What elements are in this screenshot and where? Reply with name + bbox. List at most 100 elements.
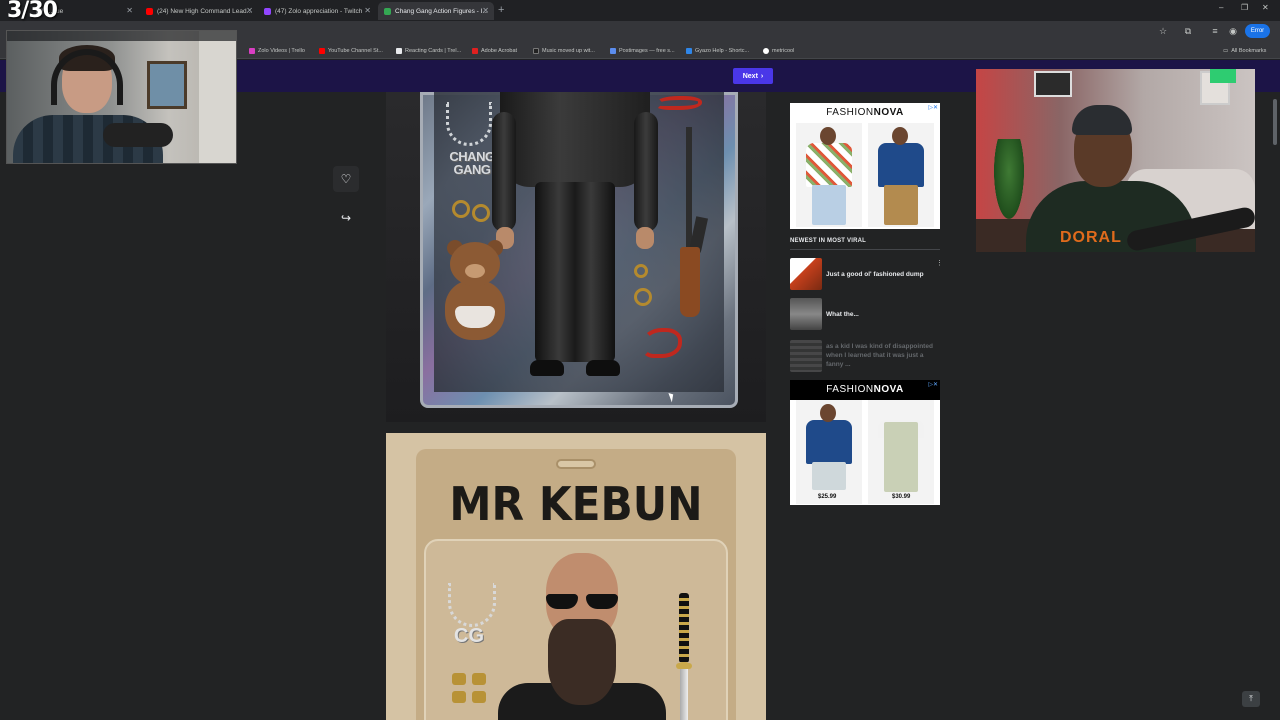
floral-shirt xyxy=(806,143,852,187)
ad-brand: FASHIONNOVA xyxy=(790,384,940,395)
bookmark-adobe-acrobat[interactable]: Adobe Acrobat xyxy=(472,46,517,56)
extensions-icon[interactable]: ⧉ xyxy=(1183,26,1193,36)
teddy-bear-accessory xyxy=(441,240,509,352)
profile-error-button[interactable]: Error xyxy=(1245,24,1270,38)
twitch-favicon-icon xyxy=(264,7,271,15)
viral-item[interactable]: Just a good ol' fashioned dump xyxy=(790,258,940,290)
freedom-shirt xyxy=(806,420,852,464)
article-image-chang-gang-figure: CHANG GANG xyxy=(386,92,766,422)
tab-twitch[interactable]: (47) Zolo appreciation - Twitch ✕ xyxy=(258,2,376,20)
katana-accessory xyxy=(676,593,692,720)
tab-close-icon[interactable]: ✕ xyxy=(364,6,371,15)
bookmark-label: Adobe Acrobat xyxy=(481,48,518,54)
page-icon xyxy=(396,48,402,54)
bookmark-label: Music moved up wit... xyxy=(542,48,595,54)
lens xyxy=(546,594,578,609)
all-bookmarks-folder[interactable]: ▭ All Bookmarks xyxy=(1223,46,1266,56)
cg-pendant-text: CG xyxy=(454,625,484,647)
back-to-top-button[interactable]: ⤒ xyxy=(1242,691,1260,707)
youtube-icon xyxy=(319,48,325,54)
bookmark-label: Reacting Cards | Trel... xyxy=(405,48,462,54)
media-icon[interactable]: ≡ xyxy=(1210,26,1220,36)
rifle-accessory xyxy=(674,127,714,317)
viral-thumbnail xyxy=(790,258,822,290)
gold-accessory xyxy=(472,673,486,685)
viral-item-title: as a kid I was kind of disappointed when… xyxy=(826,343,933,368)
viral-thumbnail xyxy=(790,298,822,330)
adchoices-icon[interactable]: ▷✕ xyxy=(928,104,938,111)
action-figure xyxy=(492,92,658,380)
ring-accessory xyxy=(452,200,470,218)
viral-item[interactable]: as a kid I was kind of disappointed when… xyxy=(790,340,940,372)
tab-close-icon[interactable]: ✕ xyxy=(482,6,489,15)
bookmark-metricool[interactable]: metricool xyxy=(763,46,794,56)
katana-handle xyxy=(679,593,689,663)
restore-icon[interactable]: ❐ xyxy=(1241,3,1248,12)
hang-tab xyxy=(556,459,596,469)
door xyxy=(199,31,236,163)
ad-model: $25.99 xyxy=(796,400,862,504)
ring-accessory xyxy=(472,204,490,222)
minimize-icon[interactable]: – xyxy=(1219,3,1223,12)
microphone xyxy=(103,123,173,147)
bookmark-star-icon[interactable]: ☆ xyxy=(1158,26,1168,36)
ad-brand: FASHIONNOVA xyxy=(790,107,940,118)
heart-icon: ♡ xyxy=(340,172,352,186)
popout-window-bar xyxy=(7,31,236,41)
metricool-icon xyxy=(763,48,769,54)
brand-bold: NOVA xyxy=(873,107,904,118)
new-tab-icon[interactable]: + xyxy=(498,4,504,16)
bookmark-label: Zolo Videos | Trello xyxy=(258,48,305,54)
close-window-icon[interactable]: ✕ xyxy=(1262,3,1269,12)
sunglasses xyxy=(546,594,620,610)
figure-shoe xyxy=(586,360,620,376)
bookmark-music[interactable]: Music moved up wit... xyxy=(533,46,595,56)
postimages-icon xyxy=(610,48,616,54)
ad-model xyxy=(868,123,934,227)
katana-blade xyxy=(680,669,688,720)
divider xyxy=(790,249,940,250)
site-favicon-icon xyxy=(384,7,391,15)
account-icon[interactable]: ◉ xyxy=(1228,26,1238,36)
share-arrow-icon: ↪ xyxy=(340,211,352,225)
bookmark-reacting-cards[interactable]: Reacting Cards | Trel... xyxy=(396,46,461,56)
fashion-nova-ad[interactable]: FASHIONNOVA ▷✕ $25.99 $30.99 xyxy=(790,380,940,505)
share-button[interactable]: ↪ xyxy=(333,205,359,231)
next-button[interactable]: Next › xyxy=(733,68,773,84)
ad-price: $25.99 xyxy=(818,494,837,500)
tab-label: Chang Gang Action Figures - I... xyxy=(395,7,488,15)
like-button[interactable]: ♡ xyxy=(333,166,359,192)
chain xyxy=(448,583,496,627)
bookmark-label: Postimages — free s... xyxy=(619,48,675,54)
ad-model: $30.99 xyxy=(868,400,934,504)
scrollbar-thumb[interactable] xyxy=(1273,99,1277,145)
bookmark-label: Gyazo Help - Shortc... xyxy=(695,48,750,54)
viral-item[interactable]: What the... xyxy=(790,298,940,330)
bookmark-gyazo[interactable]: Gyazo Help - Shortc... xyxy=(686,46,749,56)
gyazo-icon xyxy=(686,48,692,54)
bookmark-youtube-studio[interactable]: YouTube Channel St... xyxy=(319,46,383,56)
bookmark-label: All Bookmarks xyxy=(1231,48,1267,54)
adchoices-icon[interactable]: ▷✕ xyxy=(928,381,938,388)
tab-high-command[interactable]: (24) New High Command Lead... ✕ xyxy=(140,2,258,20)
viral-item-title: Just a good ol' fashioned dump xyxy=(826,271,924,278)
cg-chain-accessory: CG xyxy=(444,583,500,655)
light-jeans xyxy=(884,422,918,492)
bookmark-label: metricool xyxy=(772,48,795,54)
fashion-nova-ad[interactable]: FASHIONNOVA ▷✕ xyxy=(790,103,940,229)
viral-thumbnail xyxy=(790,340,822,372)
tab-chang-gang[interactable]: Chang Gang Action Figures - I... ✕ xyxy=(378,2,494,20)
tab-close-icon[interactable]: ✕ xyxy=(126,6,133,15)
arrow-up-icon: ⤒ xyxy=(1249,694,1253,703)
ad-model xyxy=(796,123,862,227)
gold-accessory xyxy=(452,691,466,703)
model-head xyxy=(820,127,836,145)
page-scrollbar[interactable] xyxy=(1272,69,1278,169)
gold-accessory xyxy=(452,673,466,685)
brand-light: FASHION xyxy=(826,384,874,395)
ad-price: $30.99 xyxy=(892,494,911,500)
rifle-stock xyxy=(680,247,700,317)
tab-close-icon[interactable]: ✕ xyxy=(246,6,253,15)
bookmark-zolo-trello[interactable]: Zolo Videos | Trello xyxy=(249,46,305,56)
bookmark-postimages[interactable]: Postimages — free s... xyxy=(610,46,675,56)
